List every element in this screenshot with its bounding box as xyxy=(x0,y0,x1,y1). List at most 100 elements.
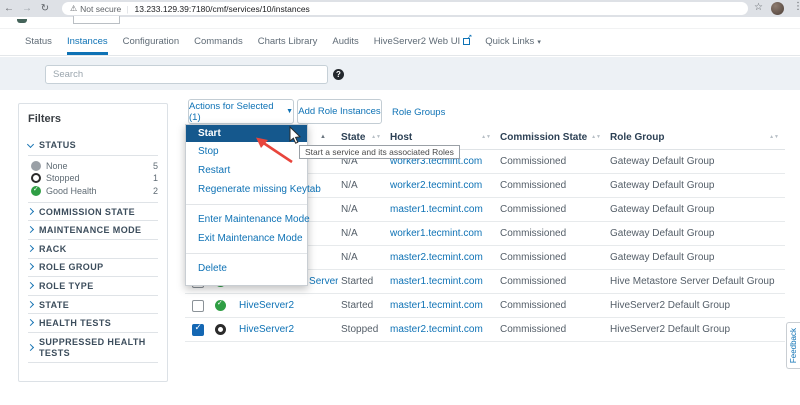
help-icon[interactable]: ? xyxy=(333,69,344,80)
filter-section-label: HEALTH TESTS xyxy=(39,318,112,329)
chevron-right-icon xyxy=(26,244,35,252)
back-icon[interactable]: ← xyxy=(0,3,18,14)
column-header-state[interactable]: State ▲▼ xyxy=(338,132,387,143)
search-band: ? xyxy=(0,57,800,90)
clipped-page-header xyxy=(0,16,800,28)
host-link[interactable]: master1.tecmint.com xyxy=(390,276,483,287)
tab-status[interactable]: Status xyxy=(25,29,52,55)
state-cell: Stopped xyxy=(341,324,379,335)
actions-for-selected-button[interactable]: Actions for Selected (1) ▼ xyxy=(188,99,294,124)
role-type-link[interactable]: HiveServer2 xyxy=(239,300,294,311)
address-bar[interactable]: ⚠ Not secure | 13.233.129.39:7180/cmf/se… xyxy=(62,2,748,15)
filter-section-role-type[interactable]: ROLE TYPE xyxy=(26,277,158,296)
host-cell: master1.tecmint.com xyxy=(387,204,497,215)
menu-item-exit-maintenance-mode[interactable]: Exit Maintenance Mode xyxy=(186,229,307,248)
commission-state-cell: Commissioned xyxy=(500,228,567,239)
host-link[interactable]: master2.tecmint.com xyxy=(390,324,483,335)
tab-label: Audits xyxy=(332,36,359,47)
security-label[interactable]: Not secure xyxy=(80,4,121,14)
filter-section-role-group[interactable]: ROLE GROUP xyxy=(26,259,158,278)
search-input[interactable] xyxy=(45,65,328,84)
status-filter-none[interactable]: None 5 xyxy=(28,160,158,172)
role-groups-button[interactable]: Role Groups xyxy=(392,107,445,118)
url-text[interactable]: 13.233.129.39:7180/cmf/services/10/insta… xyxy=(135,4,310,14)
column-header-commission-state[interactable]: Commission State ▲▼ xyxy=(497,132,607,143)
tab-configuration[interactable]: Configuration xyxy=(123,29,180,55)
tab-commands[interactable]: Commands xyxy=(194,29,243,55)
filter-item-count: 2 xyxy=(152,185,158,196)
menu-item-stop[interactable]: Stop xyxy=(186,142,307,161)
state-cell: N/A xyxy=(341,204,358,215)
sort-icon: ▲▼ xyxy=(371,133,381,140)
good-health-icon xyxy=(215,300,226,311)
refresh-icon[interactable]: ↻ xyxy=(36,3,54,14)
host-link[interactable]: master1.tecmint.com xyxy=(390,204,483,215)
filter-section-label: ROLE GROUP xyxy=(39,262,104,273)
browser-menu-icon[interactable]: ⋮ xyxy=(793,1,800,12)
state-cell: N/A xyxy=(341,228,358,239)
good-status-icon xyxy=(31,185,41,196)
filter-section-maintenance-mode[interactable]: MAINTENANCE MODE xyxy=(26,221,158,241)
chevron-down-icon xyxy=(26,140,35,148)
menu-item-enter-maintenance-mode[interactable]: Enter Maintenance Mode xyxy=(186,210,310,229)
menu-divider xyxy=(186,204,307,205)
tab-quick-links[interactable]: Quick Links ▾ xyxy=(485,29,541,55)
tab-charts-library[interactable]: Charts Library xyxy=(258,29,318,55)
tab-label: Commands xyxy=(194,36,243,47)
actions-button-label: Actions for Selected (1) xyxy=(189,100,274,123)
state-cell: Started xyxy=(341,300,374,311)
column-header-host[interactable]: Host ▲▼ xyxy=(387,132,497,143)
tab-instances[interactable]: Instances xyxy=(66,29,108,55)
sort-icon: ▲▼ xyxy=(591,133,601,140)
host-link[interactable]: worker1.tecmint.com xyxy=(390,228,482,239)
feedback-tab[interactable]: Feedback xyxy=(786,322,800,369)
chevron-right-icon xyxy=(26,343,35,351)
chevron-down-icon: ▾ xyxy=(537,38,541,46)
host-link[interactable]: master2.tecmint.com xyxy=(390,252,483,263)
sort-icon: ▲▼ xyxy=(481,133,491,140)
filter-section-label: STATUS xyxy=(39,140,77,150)
menu-item-delete[interactable]: Delete xyxy=(186,259,307,278)
forward-icon[interactable]: → xyxy=(18,3,36,14)
status-filter-good-health[interactable]: Good Health 2 xyxy=(28,185,158,197)
tab-label: Status xyxy=(25,36,52,47)
filter-section-label: ROLE TYPE xyxy=(39,281,94,292)
not-secure-warning-icon: ⚠ xyxy=(70,4,78,13)
menu-item-regenerate-missing-keytab[interactable]: Regenerate missing Keytab xyxy=(186,180,321,199)
tab-audits[interactable]: Audits xyxy=(332,29,358,55)
host-cell: master1.tecmint.com xyxy=(387,300,497,311)
filter-section-label: STATE xyxy=(39,299,70,310)
host-link[interactable]: worker2.tecmint.com xyxy=(390,180,482,191)
filters-panel: Filters STATUS None 5 Stopped 1 Good Health 2… xyxy=(18,103,168,382)
row-checkbox[interactable] xyxy=(192,299,204,312)
chevron-down-icon: ▼ xyxy=(286,108,293,115)
column-header-role-group[interactable]: Role Group ▲▼ xyxy=(607,132,785,143)
filter-section-rack[interactable]: RACK xyxy=(26,240,158,259)
role-type-link[interactable]: HiveServer2 xyxy=(239,324,294,335)
clipped-logo-fragment xyxy=(17,19,27,23)
menu-item-start[interactable]: Start xyxy=(186,125,307,142)
filter-section-suppressed-health-tests[interactable]: SUPPRESSED HEALTH TESTS xyxy=(26,333,158,364)
tab-label: HiveServer2 Web UI xyxy=(373,36,461,47)
row-checkbox-checked[interactable] xyxy=(192,323,204,336)
bookmark-star-icon[interactable]: ☆ xyxy=(754,2,763,13)
tab-hiveserver2-web-ui[interactable]: HiveServer2 Web UI xyxy=(373,29,472,55)
filter-section-state[interactable]: STATE xyxy=(26,296,158,315)
filter-section-commission-state[interactable]: COMMISSION STATE xyxy=(26,203,158,222)
browser-profile-avatar[interactable] xyxy=(771,2,784,15)
state-cell: N/A xyxy=(341,252,358,263)
filter-section-status[interactable]: STATUS xyxy=(26,140,158,156)
chevron-right-icon xyxy=(26,282,35,290)
menu-item-restart[interactable]: Restart xyxy=(186,161,307,180)
status-filter-stopped[interactable]: Stopped 1 xyxy=(28,172,158,184)
chevron-right-icon xyxy=(26,319,35,327)
filter-section-health-tests[interactable]: HEALTH TESTS xyxy=(26,314,158,334)
role-group-cell: HiveServer2 Default Group xyxy=(610,324,731,335)
menu-divider xyxy=(186,253,307,254)
commission-state-cell: Commissioned xyxy=(500,276,567,287)
filter-item-count: 5 xyxy=(152,161,158,172)
add-role-instances-button[interactable]: Add Role Instances xyxy=(297,99,382,124)
host-link[interactable]: master1.tecmint.com xyxy=(390,300,483,311)
feedback-label: Feedback xyxy=(789,327,798,364)
filter-section-label: COMMISSION STATE xyxy=(39,206,136,217)
